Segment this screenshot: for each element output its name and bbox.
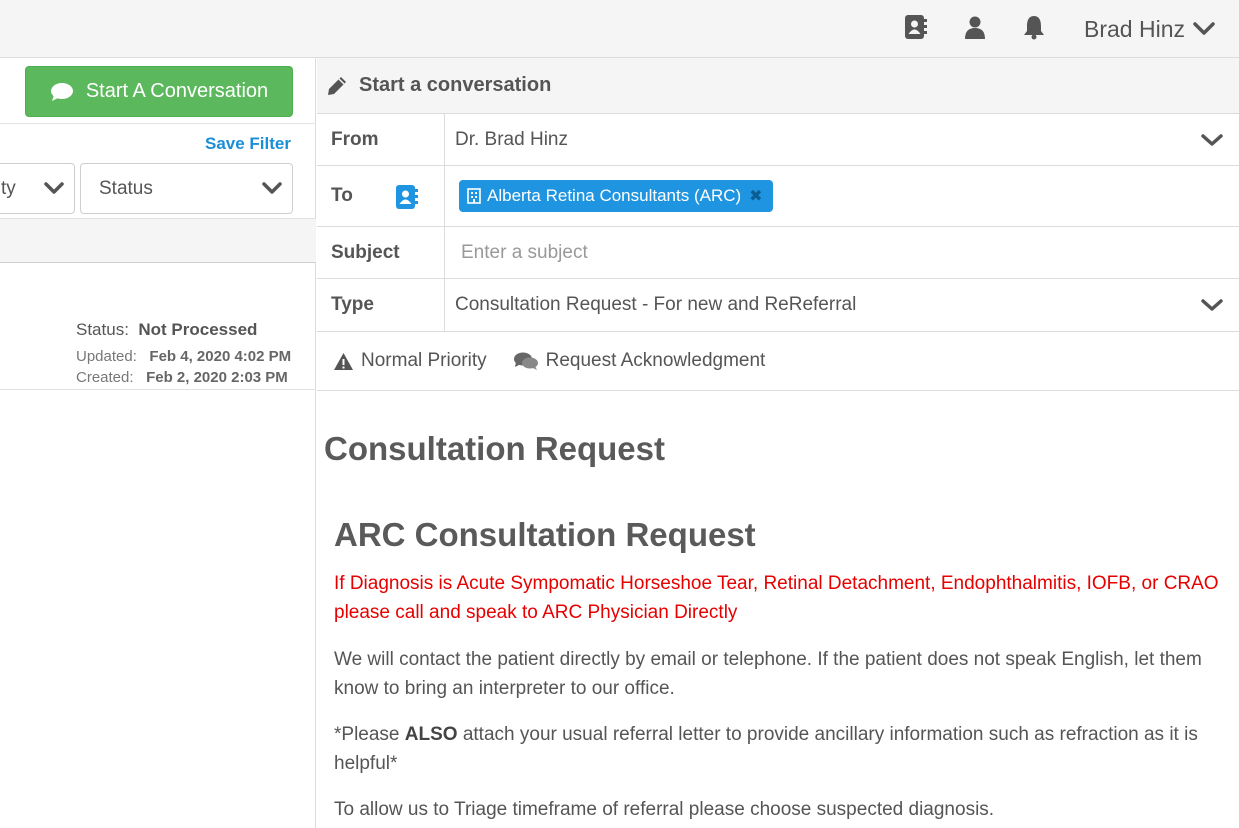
user-icon[interactable] — [963, 14, 987, 40]
from-value: Dr. Brad Hinz — [455, 128, 568, 150]
divider — [0, 123, 316, 124]
to-label: To — [317, 166, 445, 226]
type-label: Type — [317, 279, 445, 331]
chevron-down-icon[interactable] — [1201, 299, 1223, 312]
recipient-tag[interactable]: Alberta Retina Consultants (ARC) ✖ — [459, 180, 773, 212]
to-field[interactable]: Alberta Retina Consultants (ARC) ✖ — [445, 166, 1239, 226]
warning-icon — [334, 352, 353, 370]
compose-header: Start a conversation — [317, 58, 1239, 114]
contact-note: We will contact the patient directly by … — [334, 649, 1202, 699]
form-title: Consultation Request — [324, 430, 666, 467]
acknowledgment-label: Request Acknowledgment — [545, 350, 766, 371]
pencil-icon — [328, 76, 346, 95]
save-filter-link[interactable]: Save Filter — [205, 134, 291, 154]
address-book-icon[interactable] — [904, 14, 928, 40]
form-subtitle: ARC Consultation Request — [334, 516, 756, 553]
subject-label: Subject — [317, 227, 445, 278]
comments-icon — [513, 352, 538, 370]
type-row: Type Consultation Request - For new and … — [317, 279, 1239, 332]
comment-icon — [50, 82, 73, 101]
created-value: Feb 2, 2020 2:03 PM — [146, 369, 288, 386]
created-line: Created: Feb 2, 2020 2:03 PM — [76, 369, 288, 386]
from-select[interactable]: Dr. Brad Hinz — [445, 114, 1239, 165]
message-options-bar: Normal Priority Request Acknowledgment — [317, 332, 1239, 391]
remove-recipient-icon[interactable]: ✖ — [749, 186, 762, 206]
list-header-band — [0, 218, 316, 263]
conversation-list-item[interactable]: Status: Not Processed Updated: Feb 4, 20… — [0, 264, 316, 390]
user-menu[interactable]: Brad Hinz — [1084, 14, 1215, 44]
attach-note: *Please ALSO attach your usual referral … — [334, 724, 1198, 774]
address-book-icon[interactable] — [395, 184, 419, 210]
recipient-name: Alberta Retina Consultants (ARC) — [487, 186, 742, 205]
building-icon — [467, 188, 481, 204]
compose-title: Start a conversation — [359, 74, 552, 96]
subject-input[interactable] — [455, 241, 1239, 264]
top-bar: Brad Hinz — [0, 0, 1239, 58]
status-value: Not Processed — [138, 320, 258, 339]
chevron-down-icon — [1193, 22, 1215, 35]
status-filter-label: Status — [99, 177, 153, 199]
type-select[interactable]: Consultation Request - For new and ReRef… — [445, 279, 1239, 331]
chevron-down-icon — [262, 182, 282, 194]
triage-note: To allow us to Triage timeframe of refer… — [334, 799, 995, 820]
priority-option[interactable]: Normal Priority — [333, 350, 487, 372]
bell-icon[interactable] — [1022, 14, 1046, 40]
chevron-down-icon — [44, 182, 64, 194]
subject-row: Subject — [317, 227, 1239, 279]
priority-filter-label: ty — [1, 177, 16, 199]
start-conversation-button[interactable]: Start A Conversation — [25, 66, 293, 117]
status-line: Status: Not Processed — [76, 320, 258, 339]
priority-filter-select[interactable]: ty — [0, 163, 75, 214]
updated-line: Updated: Feb 4, 2020 4:02 PM — [76, 348, 292, 365]
compose-panel: Start a conversation From Dr. Brad Hinz … — [317, 58, 1239, 828]
updated-value: Feb 4, 2020 4:02 PM — [149, 348, 292, 365]
type-value: Consultation Request - For new and ReRef… — [455, 294, 857, 315]
to-row: To Alberta Retina Consultants (ARC) ✖ — [317, 166, 1239, 227]
diagnosis-warning: If Diagnosis is Acute Sympomatic Horsesh… — [334, 573, 1219, 623]
user-name: Brad Hinz — [1084, 15, 1185, 42]
from-row: From Dr. Brad Hinz — [317, 114, 1239, 166]
from-label: From — [317, 114, 445, 165]
start-conversation-label: Start A Conversation — [85, 80, 269, 102]
conversation-list-panel: Start A Conversation Save Filter ty Stat… — [0, 58, 316, 828]
priority-label: Normal Priority — [361, 350, 487, 371]
chevron-down-icon[interactable] — [1201, 133, 1223, 147]
acknowledgment-option[interactable]: Request Acknowledgment — [513, 350, 766, 372]
status-filter-select[interactable]: Status — [80, 163, 293, 214]
